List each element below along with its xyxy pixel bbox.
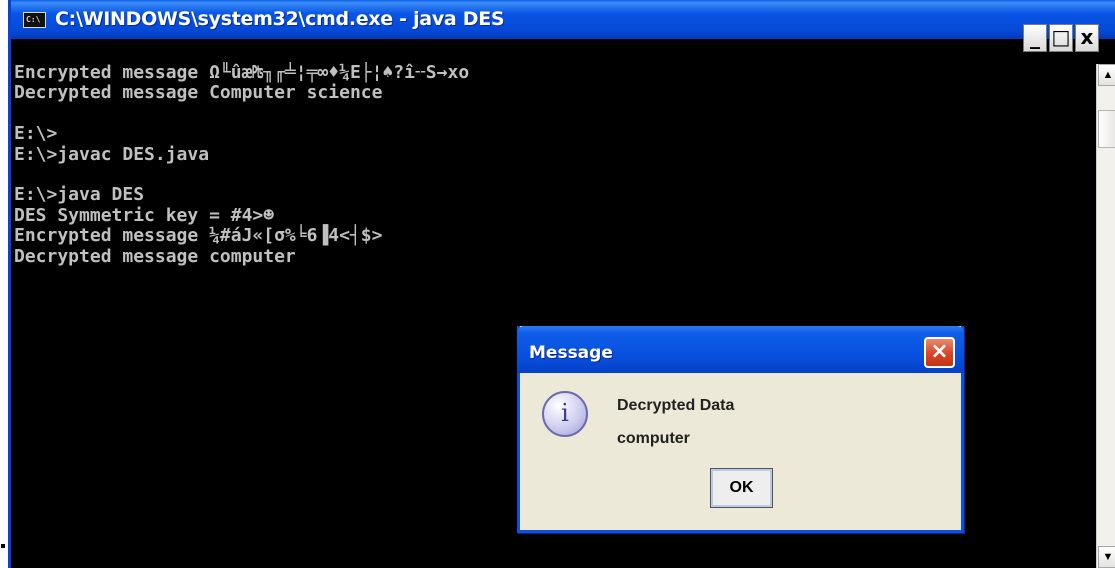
vertical-scrollbar[interactable]: ▲ ▼ xyxy=(1096,64,1115,568)
dialog-body: i Decrypted Data computer OK xyxy=(520,373,961,530)
cmd-icon[interactable]: C:\ xyxy=(23,12,46,28)
dialog-title: Message xyxy=(529,343,613,363)
message-dialog: Message × i Decrypted Data computer OK xyxy=(517,326,964,533)
console-line: Decrypted message computer xyxy=(14,245,296,267)
console-line: Decrypted message Computer science xyxy=(14,82,383,104)
maximize-button[interactable]: □ xyxy=(1049,24,1073,52)
info-icon: i xyxy=(542,391,588,437)
console-text: Encrypted message Ω╙ûæ₧╖╓╧¦╤∞♦¼Ε├¦♠?î╌S→… xyxy=(14,62,1089,267)
scroll-up-arrow-icon[interactable]: ▲ xyxy=(1098,64,1115,86)
minimize-button[interactable]: _ xyxy=(1023,24,1047,52)
stray-dot xyxy=(1,544,5,548)
window-titlebar[interactable]: C:\ C:\WINDOWS\system32\cmd.exe - java D… xyxy=(11,0,1115,39)
dialog-close-button[interactable]: × xyxy=(924,337,955,368)
scroll-down-arrow-icon[interactable]: ▼ xyxy=(1098,546,1115,568)
message-line-1: Decrypted Data xyxy=(617,397,735,414)
ok-button[interactable]: OK xyxy=(710,468,773,508)
message-line-2: computer xyxy=(617,430,690,447)
console-line: Encrypted message ¼#áJ«[σ%╘6▐4<┤$> xyxy=(14,225,383,247)
scroll-thumb[interactable] xyxy=(1098,110,1115,148)
window-title: C:\WINDOWS\system32\cmd.exe - java DES xyxy=(55,8,505,30)
console-line: DES Symmetric key = #4>☻ xyxy=(14,204,275,226)
dialog-titlebar[interactable]: Message × xyxy=(517,326,964,373)
console-line: Encrypted message Ω╙ûæ₧╖╓╧¦╤∞♦¼Ε├¦♠?î╌S→… xyxy=(14,62,470,83)
console-line: E:\> xyxy=(14,123,58,145)
close-button[interactable]: x xyxy=(1075,24,1099,52)
console-line: E:\>javac DES.java xyxy=(14,143,210,165)
console-line: E:\>java DES xyxy=(14,184,145,206)
